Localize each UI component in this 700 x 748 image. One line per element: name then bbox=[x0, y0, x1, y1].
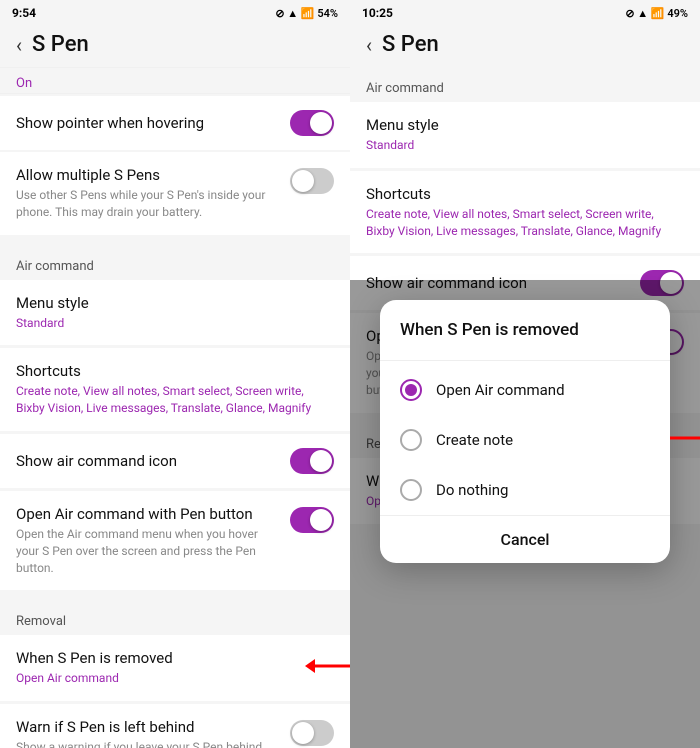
dialog-open-air-label: Open Air command bbox=[436, 381, 565, 399]
show-air-icon-toggle[interactable] bbox=[290, 448, 334, 474]
right-shortcuts-value: Create note, View all notes, Smart selec… bbox=[366, 206, 684, 240]
dialog-do-nothing-label: Do nothing bbox=[436, 481, 508, 499]
air-command-section: Air command bbox=[16, 259, 94, 274]
right-status-bar: 10:25 ⊘ ▲ 📶 49% bbox=[350, 0, 700, 24]
warn-left-behind-row[interactable]: Warn if S Pen is left behind Show a warn… bbox=[0, 703, 350, 748]
dialog-option-open-air[interactable]: Open Air command bbox=[380, 365, 670, 415]
show-pointer-row[interactable]: Show pointer when hovering bbox=[0, 96, 350, 150]
radio-create-note[interactable] bbox=[400, 429, 422, 451]
right-time: 10:25 bbox=[362, 6, 393, 20]
shortcuts-row[interactable]: Shortcuts Create note, View all notes, S… bbox=[0, 347, 350, 431]
when-removed-row[interactable]: When S Pen is removed Open Air command bbox=[0, 635, 350, 701]
dialog-cancel-button[interactable]: Cancel bbox=[380, 515, 670, 563]
left-scroll: On Show pointer when hovering Allow mult… bbox=[0, 67, 350, 748]
right-arrow-annotation bbox=[665, 423, 700, 457]
left-status-bar: 9:54 ⊘ ▲ 📶 54% bbox=[0, 0, 350, 24]
show-pointer-title: Show pointer when hovering bbox=[16, 114, 204, 132]
left-status-icons: ⊘ ▲ 📶 54% bbox=[275, 7, 338, 20]
dialog-overlay[interactable]: When S Pen is removed Open Air command C… bbox=[350, 280, 700, 748]
divider2 bbox=[0, 592, 350, 600]
dialog-title: When S Pen is removed bbox=[380, 320, 670, 356]
radio-do-nothing[interactable] bbox=[400, 479, 422, 501]
right-back-button[interactable]: ‹ bbox=[366, 33, 372, 57]
when-removed-value: Open Air command bbox=[16, 670, 334, 687]
menu-style-row[interactable]: Menu style Standard bbox=[0, 280, 350, 346]
removal-section: Removal bbox=[16, 614, 66, 629]
on-section-label: On bbox=[0, 67, 350, 94]
allow-multiple-title: Allow multiple S Pens bbox=[16, 166, 278, 184]
dialog-divider-top bbox=[380, 360, 670, 361]
right-panel: 10:25 ⊘ ▲ 📶 49% ‹ S Pen Air command Menu… bbox=[350, 0, 700, 748]
open-air-command-subtitle: Open the Air command menu when you hover… bbox=[16, 526, 278, 576]
left-panel: 9:54 ⊘ ▲ 📶 54% ‹ S Pen On Show pointer w… bbox=[0, 0, 350, 748]
allow-multiple-toggle[interactable] bbox=[290, 168, 334, 194]
radio-open-air-dot bbox=[405, 384, 417, 396]
allow-multiple-subtitle: Use other S Pens while your S Pen's insi… bbox=[16, 187, 278, 221]
warn-toggle[interactable] bbox=[290, 720, 334, 746]
left-header: ‹ S Pen bbox=[0, 24, 350, 67]
open-air-command-row[interactable]: Open Air command with Pen button Open th… bbox=[0, 490, 350, 590]
divider1 bbox=[0, 237, 350, 245]
left-page-title: S Pen bbox=[32, 32, 89, 57]
open-air-command-title: Open Air command with Pen button bbox=[16, 505, 278, 523]
right-menu-style-value: Standard bbox=[366, 137, 684, 154]
show-pointer-toggle[interactable] bbox=[290, 110, 334, 136]
warn-title: Warn if S Pen is left behind bbox=[16, 718, 278, 736]
shortcuts-value: Create note, View all notes, Smart selec… bbox=[16, 383, 334, 417]
open-air-command-toggle[interactable] bbox=[290, 507, 334, 533]
warn-subtitle: Show a warning if you leave your S Pen b… bbox=[16, 739, 278, 748]
show-air-icon-title: Show air command icon bbox=[16, 452, 177, 470]
when-removed-title: When S Pen is removed bbox=[16, 649, 334, 667]
left-back-button[interactable]: ‹ bbox=[16, 33, 22, 57]
right-page-title: S Pen bbox=[382, 32, 439, 57]
right-status-icons: ⊘ ▲ 📶 49% bbox=[625, 7, 688, 20]
right-header: ‹ S Pen bbox=[350, 24, 700, 67]
radio-open-air[interactable] bbox=[400, 379, 422, 401]
removal-label: Removal bbox=[0, 600, 350, 633]
allow-multiple-row[interactable]: Allow multiple S Pens Use other S Pens w… bbox=[0, 152, 350, 235]
air-command-label: Air command bbox=[0, 245, 350, 278]
right-menu-style-title: Menu style bbox=[366, 116, 684, 134]
dialog-box: When S Pen is removed Open Air command C… bbox=[380, 300, 670, 563]
menu-style-value: Standard bbox=[16, 315, 334, 332]
dialog-option-create-note[interactable]: Create note bbox=[380, 415, 670, 465]
dialog-create-note-label: Create note bbox=[436, 431, 513, 449]
right-shortcuts-title: Shortcuts bbox=[366, 185, 684, 203]
on-label: On bbox=[16, 76, 32, 91]
right-shortcuts-row[interactable]: Shortcuts Create note, View all notes, S… bbox=[350, 170, 700, 254]
show-air-icon-row[interactable]: Show air command icon bbox=[0, 433, 350, 488]
left-time: 9:54 bbox=[12, 6, 36, 20]
right-air-command-section: Air command bbox=[366, 81, 444, 96]
menu-style-title: Menu style bbox=[16, 294, 334, 312]
shortcuts-title: Shortcuts bbox=[16, 362, 334, 380]
right-menu-style-row[interactable]: Menu style Standard bbox=[350, 102, 700, 168]
right-air-command-label: Air command bbox=[350, 67, 700, 100]
dialog-option-do-nothing[interactable]: Do nothing bbox=[380, 465, 670, 515]
